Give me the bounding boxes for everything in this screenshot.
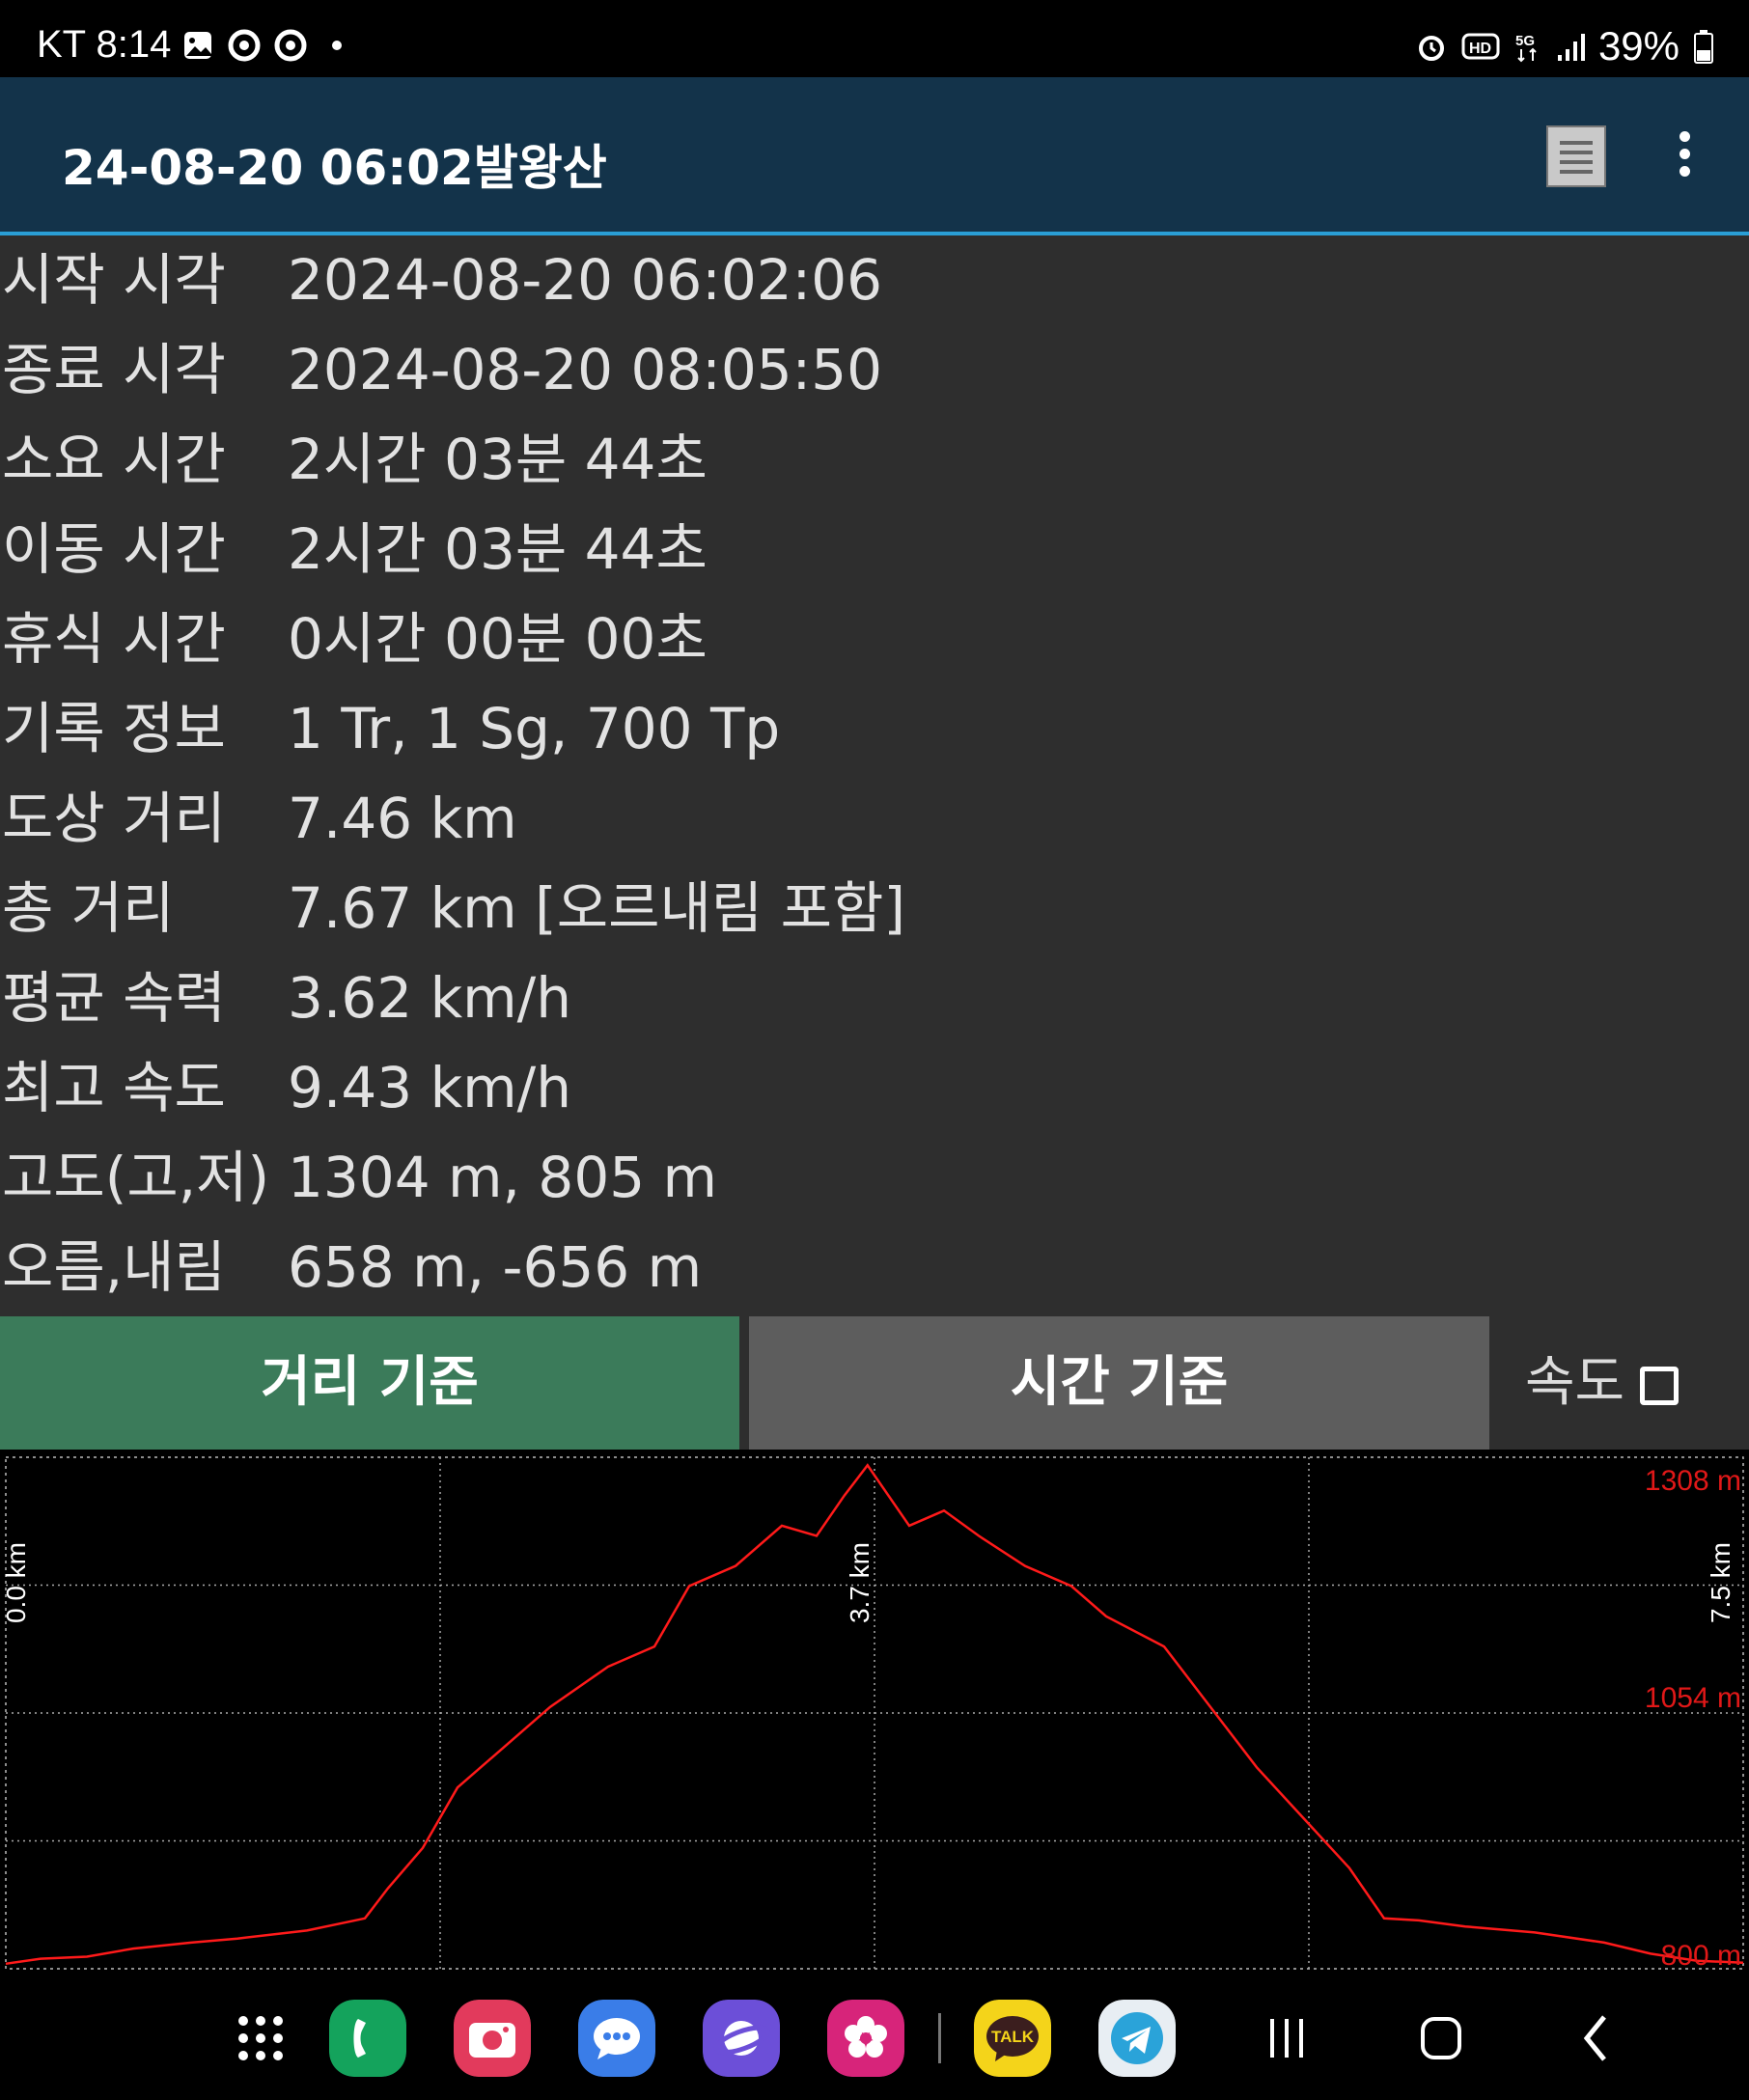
- speed-checkbox[interactable]: [1640, 1366, 1680, 1405]
- tab-time[interactable]: 시간 기준: [749, 1316, 1489, 1450]
- hd-voice-icon: HD: [1461, 33, 1500, 60]
- apps-grid-icon[interactable]: [222, 2000, 299, 2077]
- kakaotalk-app-icon[interactable]: TALK: [974, 2000, 1051, 2077]
- stat-label: 도상 거리: [2, 786, 226, 851]
- dock-divider: [938, 2013, 941, 2063]
- y-tick-label: 800 m: [1661, 1940, 1741, 1972]
- speed-label: 속도: [1525, 1351, 1625, 1414]
- stat-row: 이동 시간 2시간 03분 44초: [0, 505, 1749, 594]
- stat-row: 종료 시각 2024-08-20 08:05:50: [0, 325, 1749, 415]
- track-summary: 시작 시각 2024-08-20 06:02:06 종료 시각 2024-08-20…: [0, 235, 1749, 1316]
- more-vert-icon[interactable]: [1675, 131, 1694, 180]
- stat-value: 658 m, -656 m: [288, 1234, 703, 1300]
- elevation-chart-svg: 0.0 km 3.7 km 7.5 km 1308 m 1054 m 800 m: [1, 1456, 1744, 1972]
- phone-app-icon[interactable]: [329, 2000, 406, 2077]
- stat-row: 총 거리 7.67 km [오르내림 포함]: [0, 864, 1749, 953]
- stat-label: 시작 시각: [2, 247, 226, 313]
- x-tick-label: 0.0 km: [1, 1542, 31, 1623]
- svg-text:5G: 5G: [1515, 33, 1535, 49]
- stat-value: 2시간 03분 44초: [288, 427, 708, 492]
- status-bar: KT 8:14 HD 5G 39%: [0, 0, 1749, 77]
- navigation-bar: TALK: [0, 1975, 1749, 2100]
- dot-icon: [332, 41, 342, 50]
- stat-row: 소요 시간 2시간 03분 44초: [0, 415, 1749, 505]
- stat-label: 고도(고,저): [2, 1145, 270, 1210]
- stat-value: 7.67 km [오르내림 포함]: [288, 875, 905, 941]
- stat-row: 최고 속도 9.43 km/h: [0, 1043, 1749, 1133]
- stat-label: 최고 속도: [2, 1055, 226, 1120]
- stat-row: 휴식 시간 0시간 00분 00초: [0, 594, 1749, 684]
- x-tick-label: 7.5 km: [1706, 1542, 1735, 1623]
- 5g-icon: 5G: [1515, 33, 1537, 63]
- gallery-app-icon[interactable]: [827, 2000, 904, 2077]
- stat-label: 이동 시간: [2, 516, 226, 582]
- stat-label: 휴식 시간: [2, 606, 226, 672]
- chart-mode-tabs: 거리 기준 시간 기준 속도: [0, 1316, 1749, 1450]
- camera-app-icon[interactable]: [454, 2000, 531, 2077]
- stat-label: 소요 시간: [2, 427, 226, 492]
- stat-label: 평균 속력: [2, 965, 226, 1031]
- gallery-icon: [184, 32, 211, 59]
- kakaotalk-label: TALK: [991, 2028, 1035, 2046]
- stat-value: 2시간 03분 44초: [288, 516, 708, 582]
- signal-icon: [1557, 34, 1585, 61]
- speed-toggle[interactable]: 속도: [1525, 1316, 1680, 1450]
- stat-row: 시작 시각 2024-08-20 06:02:06: [0, 235, 1749, 325]
- stat-row: 오름,내림 658 m, -656 m: [0, 1223, 1749, 1312]
- x-tick-label: 3.7 km: [845, 1542, 874, 1623]
- stat-value: 1 Tr, 1 Sg, 700 Tp: [288, 696, 781, 761]
- stat-label: 기록 정보: [2, 696, 226, 761]
- stat-label: 종료 시각: [2, 337, 226, 402]
- stat-value: 2024-08-20 06:02:06: [288, 247, 882, 313]
- stat-value: 1304 m, 805 m: [288, 1145, 718, 1210]
- stat-value: 9.43 km/h: [288, 1055, 571, 1120]
- status-carrier-time: KT 8:14: [37, 23, 172, 66]
- messages-app-icon[interactable]: [578, 2000, 655, 2077]
- page-title: 24-08-20 06:02발왕산: [62, 140, 607, 196]
- y-tick-label: 1308 m: [1645, 1465, 1741, 1497]
- tab-distance[interactable]: 거리 기준: [0, 1316, 739, 1450]
- stat-value: 2024-08-20 08:05:50: [288, 337, 882, 402]
- battery-icon: [1694, 30, 1713, 64]
- recents-button[interactable]: [1264, 2011, 1309, 2065]
- stat-row: 기록 정보 1 Tr, 1 Sg, 700 Tp: [0, 684, 1749, 774]
- app-bar: 24-08-20 06:02발왕산: [0, 77, 1749, 235]
- internet-app-icon[interactable]: [703, 2000, 780, 2077]
- home-button[interactable]: [1419, 2013, 1463, 2063]
- chrome-icon: [228, 29, 261, 62]
- stat-row: 도상 거리 7.46 km: [0, 774, 1749, 864]
- telegram-app-icon[interactable]: [1098, 2000, 1176, 2077]
- stat-row: 평균 속력 3.62 km/h: [0, 953, 1749, 1043]
- notification-icons: [181, 29, 353, 62]
- chrome-icon: [274, 29, 307, 62]
- stat-value: 7.46 km: [288, 786, 517, 851]
- stat-label: 오름,내림: [2, 1234, 226, 1300]
- alarm-icon: [1418, 36, 1444, 61]
- stat-value: 0시간 00분 00초: [288, 606, 708, 672]
- back-button[interactable]: [1579, 2013, 1614, 2063]
- y-tick-label: 1054 m: [1645, 1682, 1741, 1714]
- elevation-chart: 0.0 km 3.7 km 7.5 km 1308 m 1054 m 800 m: [0, 1450, 1749, 1975]
- stat-value: 3.62 km/h: [288, 965, 571, 1031]
- list-icon[interactable]: [1546, 125, 1606, 187]
- stat-label: 총 거리: [2, 875, 175, 941]
- system-indicators: HD 5G 39%: [1415, 23, 1714, 69]
- stat-row: 고도(고,저) 1304 m, 805 m: [0, 1133, 1749, 1223]
- battery-percent: 39%: [1597, 23, 1680, 69]
- svg-text:HD: HD: [1469, 41, 1491, 57]
